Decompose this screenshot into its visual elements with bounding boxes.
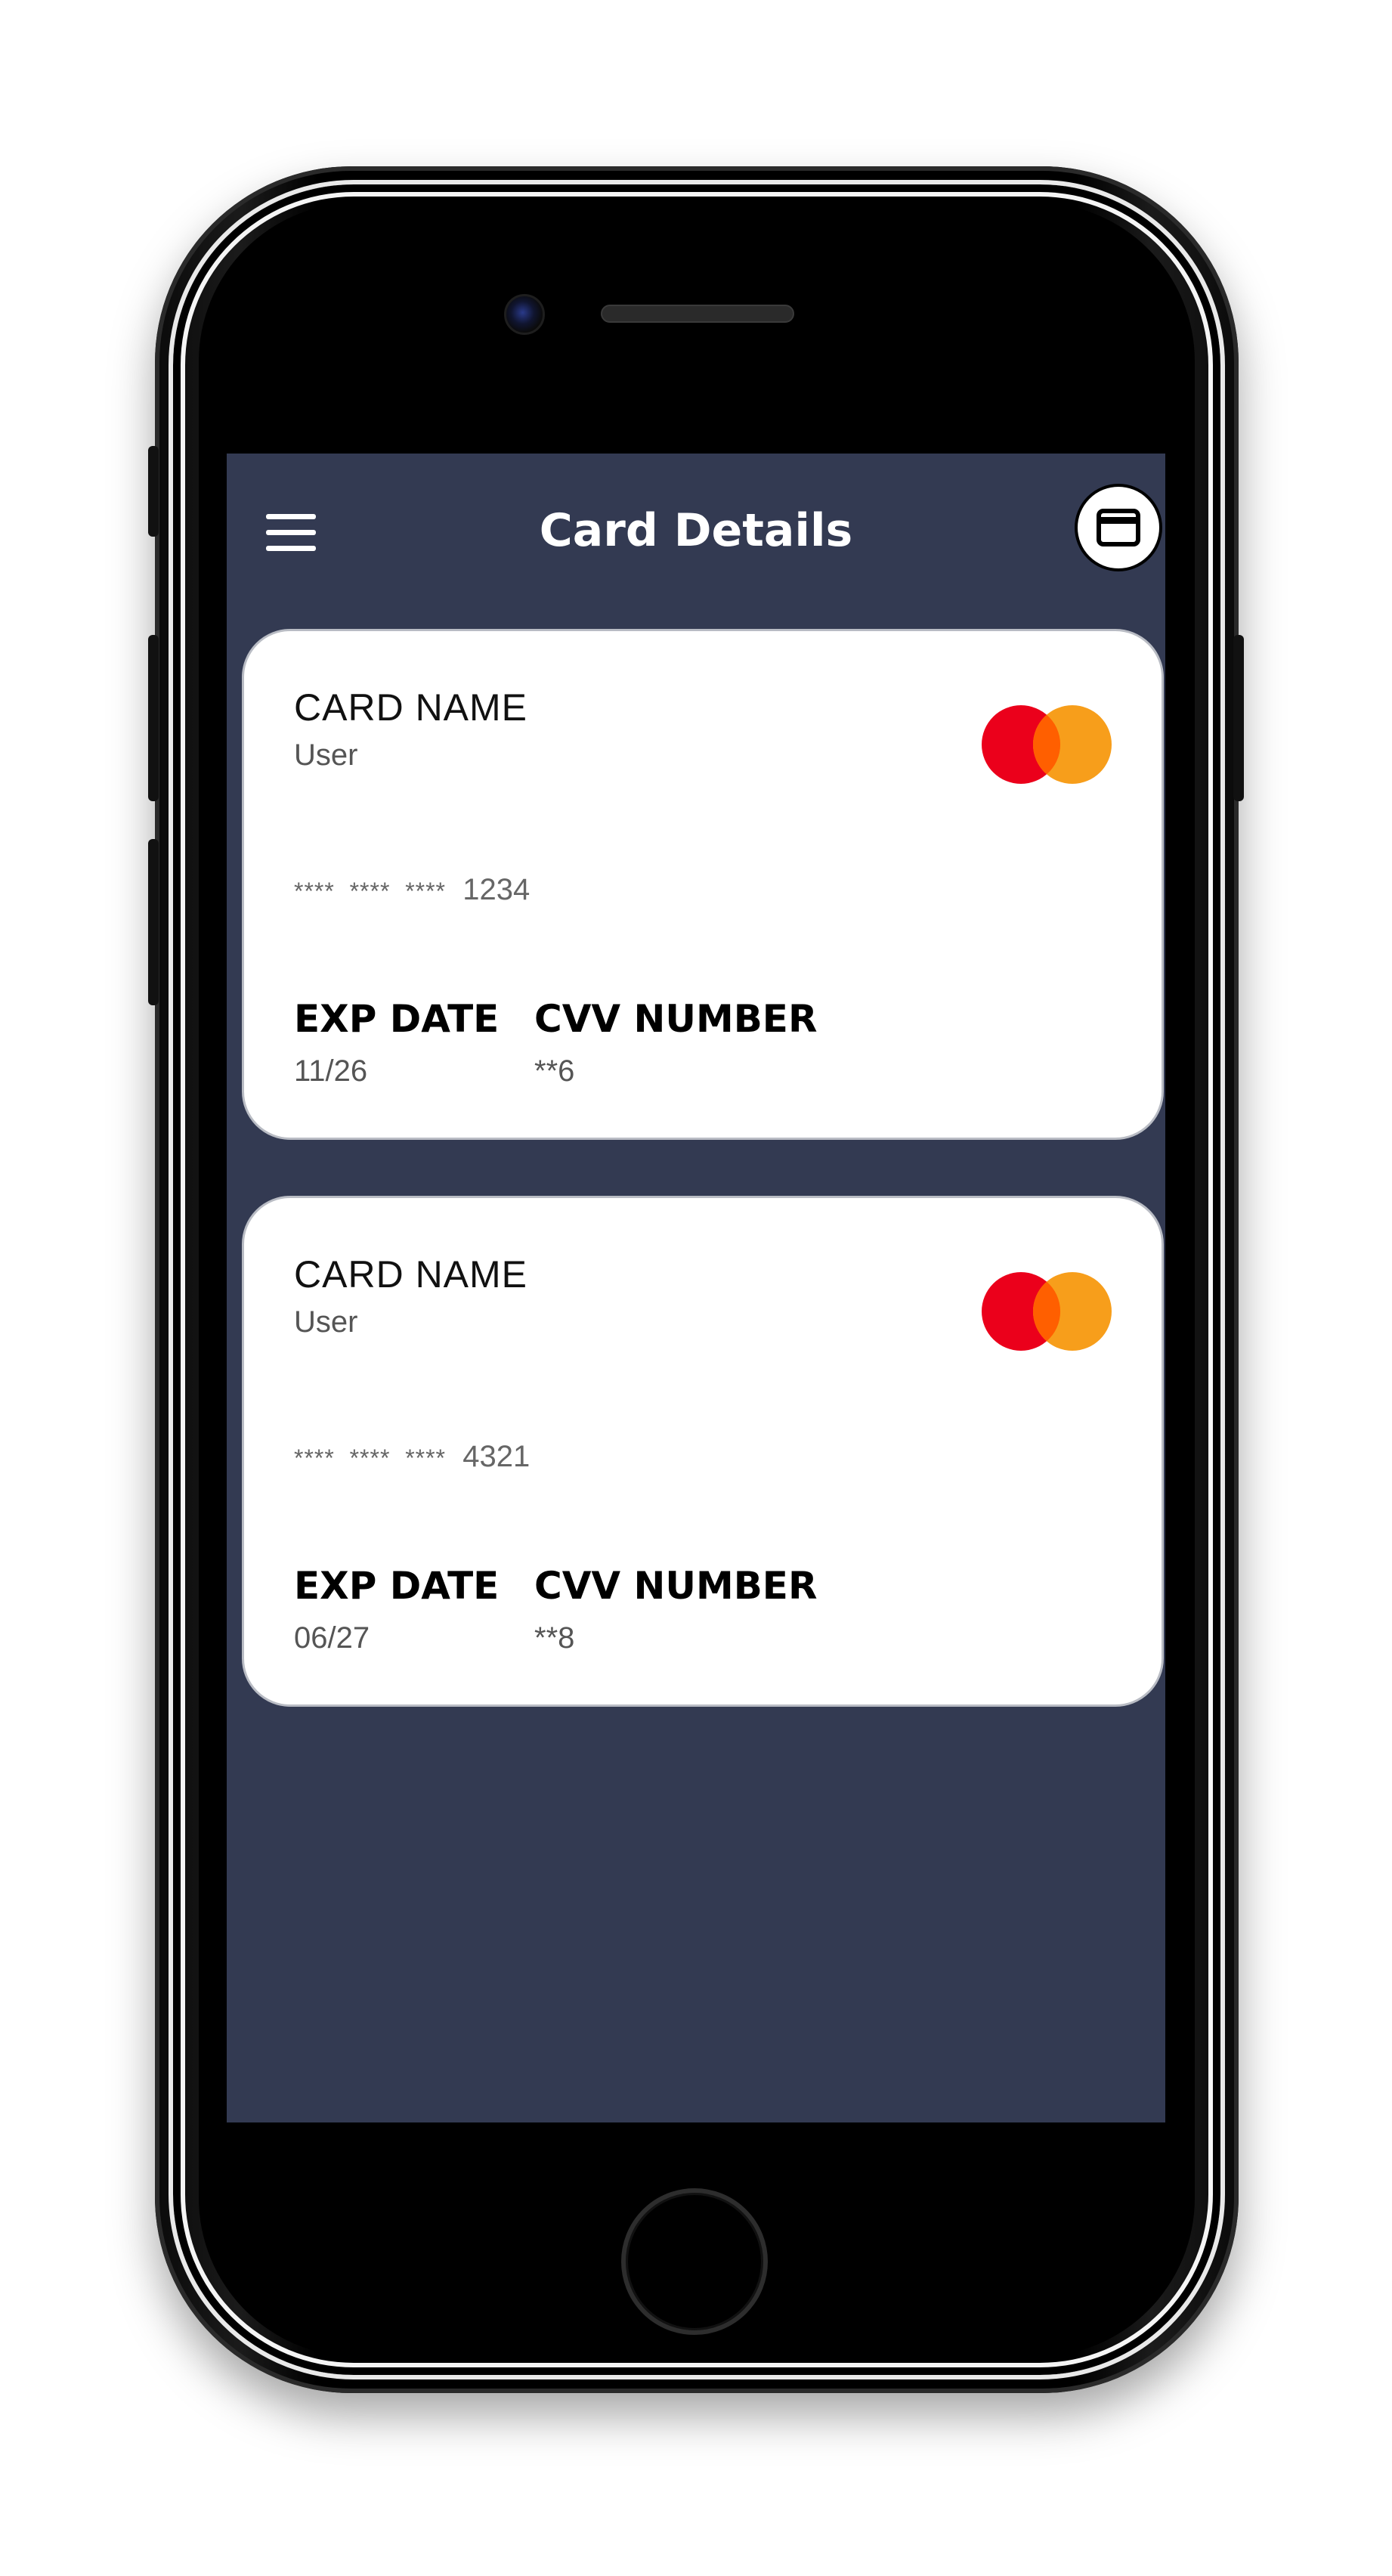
app-header: Card Details bbox=[227, 454, 1165, 605]
card-name-label: CARD NAME bbox=[294, 1253, 528, 1296]
exp-date-value: 11/26 bbox=[294, 1054, 368, 1088]
cvv-value: **6 bbox=[534, 1054, 575, 1088]
page-title: Card Details bbox=[539, 504, 853, 557]
card-number-last4: 1234 bbox=[462, 873, 531, 906]
cvv-label: CVV NUMBER bbox=[534, 1564, 818, 1608]
volume-down-button bbox=[148, 839, 159, 1005]
mute-switch bbox=[148, 446, 159, 537]
card-name-label: CARD NAME bbox=[294, 686, 528, 729]
card-number-last4: 4321 bbox=[462, 1440, 531, 1473]
card-holder-name: User bbox=[294, 1305, 358, 1339]
card-number: **** **** **** 4321 bbox=[294, 1440, 530, 1474]
mockup-stage: Card Details CARD NAME User **** **** **… bbox=[0, 0, 1392, 2576]
mastercard-logo-icon bbox=[982, 705, 1112, 784]
card-number-mask: **** **** **** bbox=[294, 878, 446, 905]
payment-card[interactable]: CARD NAME User **** **** **** 1234 EXP D… bbox=[242, 629, 1164, 1140]
exp-date-label: EXP DATE bbox=[294, 997, 500, 1041]
exp-date-value: 06/27 bbox=[294, 1621, 370, 1655]
cvv-value: **8 bbox=[534, 1621, 575, 1655]
earpiece-speaker bbox=[601, 305, 794, 323]
card-number: **** **** **** 1234 bbox=[294, 873, 530, 907]
power-button bbox=[1233, 635, 1244, 801]
card-number-mask: **** **** **** bbox=[294, 1444, 446, 1472]
payment-card[interactable]: CARD NAME User **** **** **** 4321 EXP D… bbox=[242, 1196, 1164, 1707]
card-holder-name: User bbox=[294, 738, 358, 772]
front-camera bbox=[504, 294, 545, 335]
mastercard-logo-icon bbox=[982, 1272, 1112, 1351]
app-screen: Card Details CARD NAME User **** **** **… bbox=[227, 454, 1165, 2122]
home-button[interactable] bbox=[621, 2188, 768, 2335]
credit-card-icon[interactable] bbox=[1075, 484, 1162, 571]
cvv-label: CVV NUMBER bbox=[534, 997, 818, 1041]
volume-up-button bbox=[148, 635, 159, 801]
exp-date-label: EXP DATE bbox=[294, 1564, 500, 1608]
